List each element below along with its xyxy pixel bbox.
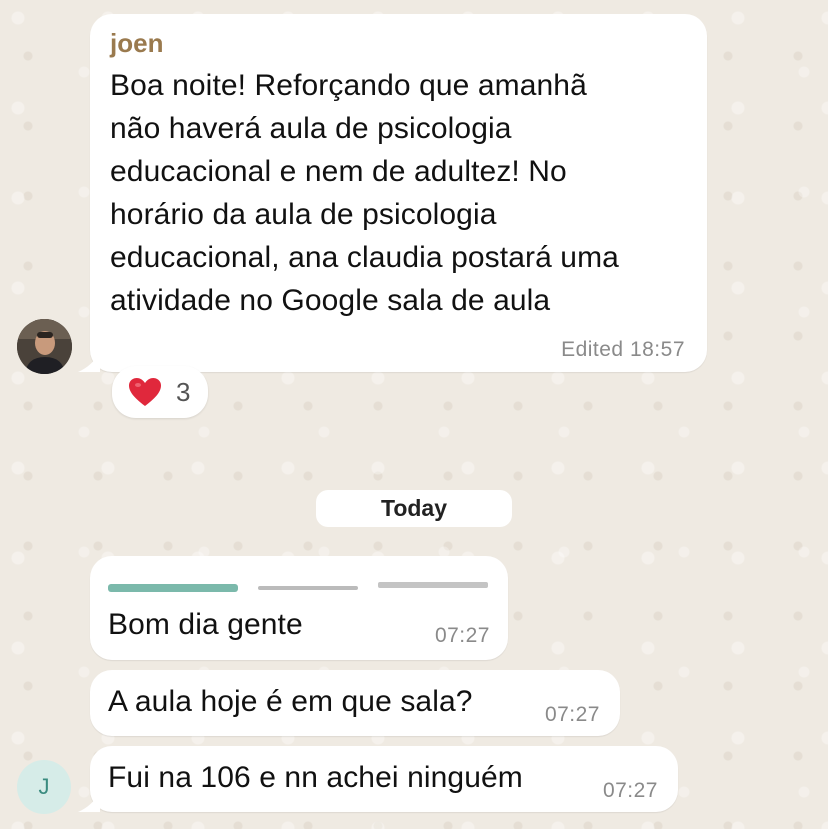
message-bubble[interactable]: A aula hoje é em que sala? 07:27 xyxy=(90,670,620,736)
avatar-initial: J xyxy=(38,774,50,799)
message-text: Bom dia gente xyxy=(108,608,303,641)
message-text: Fui na 106 e nn achei ninguém xyxy=(108,761,523,794)
date-separator: Today xyxy=(316,490,512,527)
bubble-tail xyxy=(78,352,100,372)
avatar-j[interactable]: J xyxy=(17,760,71,814)
message-text: A aula hoje é em que sala? xyxy=(108,685,473,718)
sender-name[interactable]: joen xyxy=(110,28,163,59)
message-timestamp: 07:27 xyxy=(602,779,658,802)
message-bubble[interactable]: Fui na 106 e nn achei ninguém 07:27 xyxy=(90,746,678,812)
message-bubble[interactable]: Bom dia gente 07:27 xyxy=(90,556,508,660)
message-timestamp: 07:27 xyxy=(434,624,490,647)
bubble-tail xyxy=(78,792,100,812)
message-timestamp: 07:27 xyxy=(544,703,600,726)
message-text: Boa noite! Reforçando que amanhã não hav… xyxy=(110,69,619,317)
reaction-badge[interactable]: 3 xyxy=(112,366,208,418)
avatar-joen[interactable] xyxy=(17,319,72,374)
reaction-count: 3 xyxy=(176,376,191,407)
message-bubble-joen[interactable]: joen Boa noite! Reforçando que amanhã nã… xyxy=(90,14,707,372)
heart-emoji-icon xyxy=(129,378,161,406)
profile-photo-icon xyxy=(17,319,72,374)
message-timestamp: Edited 18:57 xyxy=(561,338,685,361)
cropped-sender-header xyxy=(108,582,488,592)
